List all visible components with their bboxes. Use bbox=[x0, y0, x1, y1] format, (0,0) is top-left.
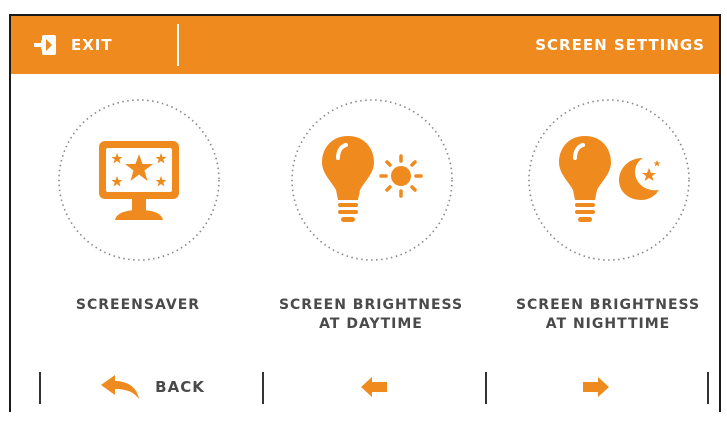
back-button[interactable]: BACK bbox=[43, 360, 261, 412]
back-arrow-icon bbox=[99, 373, 141, 401]
back-label: BACK bbox=[155, 378, 205, 396]
topbar-divider bbox=[177, 24, 179, 66]
bulb-moon-icon bbox=[559, 136, 661, 222]
exit-button[interactable]: EXIT bbox=[33, 16, 173, 74]
tile-label-line1: SCREEN BRIGHTNESS bbox=[515, 297, 701, 313]
bottom-navigation: BACK bbox=[11, 360, 719, 412]
screensaver-tile[interactable]: SCREENSAVER bbox=[33, 96, 220, 326]
brightness-daytime-tile[interactable]: SCREEN BRIGHTNESS AT DAYTIME bbox=[266, 96, 462, 332]
tile-label-line2: AT DAYTIME bbox=[319, 316, 423, 332]
arrow-left-icon bbox=[361, 377, 387, 397]
monitor-stars-icon bbox=[99, 141, 179, 220]
screensaver-label: SCREENSAVER bbox=[33, 296, 243, 315]
brightness-nighttime-tile[interactable]: SCREEN BRIGHTNESS AT NIGHTTIME bbox=[503, 96, 699, 332]
brightness-daytime-label: SCREEN BRIGHTNESS AT DAYTIME bbox=[266, 296, 476, 334]
tile-label-line1: SCREEN BRIGHTNESS bbox=[278, 297, 464, 313]
exit-door-icon bbox=[33, 34, 59, 56]
brightness-nighttime-label: SCREEN BRIGHTNESS AT NIGHTTIME bbox=[503, 296, 713, 334]
screen-settings-panel: EXIT SCREEN SETTINGS SCREENSAVER SCREEN … bbox=[9, 14, 721, 412]
arrow-right-icon bbox=[583, 377, 609, 397]
divider bbox=[707, 372, 709, 404]
previous-page-button[interactable] bbox=[264, 360, 484, 412]
tile-label-line2: AT NIGHTTIME bbox=[545, 316, 671, 332]
top-bar: EXIT SCREEN SETTINGS bbox=[11, 16, 719, 74]
tile-label-line1: SCREENSAVER bbox=[75, 297, 201, 313]
next-page-button[interactable] bbox=[487, 360, 705, 412]
bulb-sun-icon bbox=[322, 136, 423, 222]
exit-label: EXIT bbox=[71, 36, 113, 54]
divider bbox=[39, 372, 41, 404]
page-title: SCREEN SETTINGS bbox=[535, 36, 705, 54]
